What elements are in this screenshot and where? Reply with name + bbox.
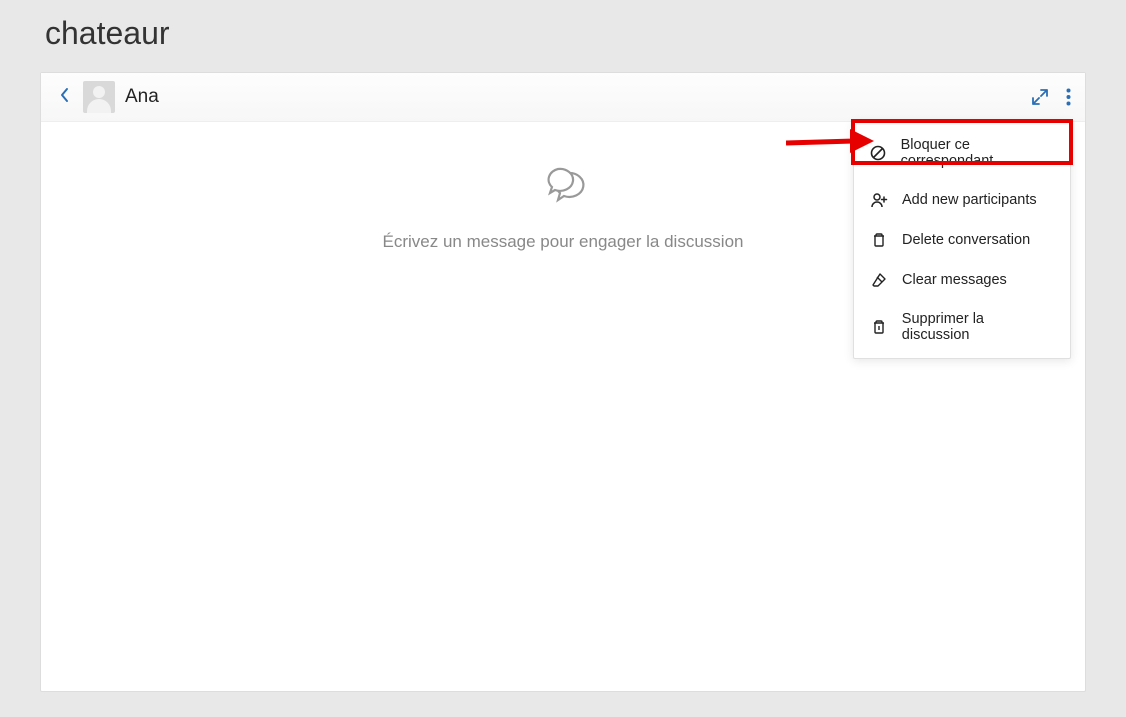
chat-empty-icon xyxy=(538,167,588,212)
contact-name: Ana xyxy=(125,86,159,108)
block-icon xyxy=(870,144,887,162)
contact-avatar xyxy=(83,81,115,113)
menu-item-label: Clear messages xyxy=(902,272,1007,288)
page-title: chateaur xyxy=(0,0,1126,72)
back-button[interactable] xyxy=(55,85,73,110)
expand-button[interactable] xyxy=(1032,89,1048,105)
menu-item-label: Add new participants xyxy=(902,192,1037,208)
chevron-left-icon xyxy=(59,87,69,103)
menu-item-supprimer-discussion[interactable]: Supprimer la discussion xyxy=(854,300,1070,354)
more-vertical-icon xyxy=(1066,88,1071,106)
menu-item-add-participants[interactable]: Add new participants xyxy=(854,180,1070,220)
chat-container: Ana Écrivez u xyxy=(40,72,1086,692)
chat-header-left: Ana xyxy=(55,81,159,113)
more-options-menu: Bloquer ce correspondant Add new partici… xyxy=(853,121,1071,359)
menu-item-block[interactable]: Bloquer ce correspondant xyxy=(854,126,1070,180)
add-user-icon xyxy=(870,191,888,209)
menu-item-delete-conversation[interactable]: Delete conversation xyxy=(854,220,1070,260)
delete-icon xyxy=(870,318,888,336)
trash-icon xyxy=(870,231,888,249)
menu-item-clear-messages[interactable]: Clear messages xyxy=(854,260,1070,300)
more-options-button[interactable] xyxy=(1066,88,1071,106)
eraser-icon xyxy=(870,271,888,289)
menu-item-label: Bloquer ce correspondant xyxy=(901,137,1054,169)
menu-item-label: Delete conversation xyxy=(902,232,1030,248)
chat-header: Ana xyxy=(41,73,1085,122)
chat-header-right xyxy=(1032,88,1071,106)
expand-icon xyxy=(1032,89,1048,105)
menu-item-label: Supprimer la discussion xyxy=(902,311,1054,343)
